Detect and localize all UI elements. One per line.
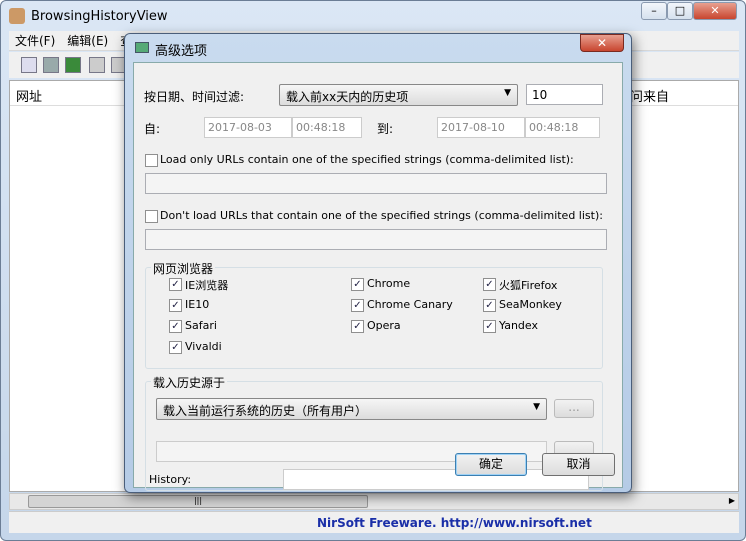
cancel-button[interactable]: 取消	[542, 453, 615, 476]
from-date-picker[interactable]: 2017-08-03	[204, 117, 292, 138]
source-select[interactable]: 载入当前运行系统的历史（所有用户） ▼	[156, 398, 547, 420]
to-label: 到:	[377, 122, 394, 136]
properties-icon[interactable]	[21, 57, 37, 73]
menu-file[interactable]: 文件(F)	[15, 34, 55, 48]
menu-edit[interactable]: 编辑(E)	[67, 34, 108, 48]
horizontal-scrollbar[interactable]: ||| ▶	[9, 493, 739, 510]
scroll-right-arrow[interactable]: ▶	[729, 496, 735, 505]
browser-label: Chrome Canary	[367, 298, 453, 311]
browser-label: Yandex	[499, 319, 538, 332]
browser-checkbox[interactable]: ✓	[351, 320, 364, 333]
browser-checkbox[interactable]: ✓	[169, 320, 182, 333]
dropdown-arrow-icon: ▼	[504, 88, 511, 98]
browser-label: SeaMonkey	[499, 298, 562, 311]
browser-label: IE10	[185, 298, 210, 311]
browser-checkbox[interactable]: ✓	[483, 299, 496, 312]
source-group-label: 载入历史源于	[151, 374, 228, 391]
browser-checkbox[interactable]: ✓	[169, 341, 182, 354]
history-label: History:	[149, 473, 192, 486]
date-filter-value: 载入前xx天内的历史项	[286, 90, 409, 104]
browser-checkbox[interactable]: ✓	[169, 278, 182, 291]
browser-checkbox[interactable]: ✓	[483, 278, 496, 291]
browse-button[interactable]: ...	[554, 399, 594, 418]
nirsoft-link[interactable]: NirSoft Freeware. http://www.nirsoft.net	[317, 516, 592, 530]
advanced-options-dialog: 高级选项 ✕ 按日期、时间过滤: 载入前xx天内的历史项 ▼ 10 自: 2017…	[124, 33, 632, 493]
browser-label: Chrome	[367, 277, 411, 290]
from-time-picker[interactable]: 00:48:18	[292, 117, 362, 138]
browser-checkbox[interactable]: ✓	[351, 278, 364, 291]
window-title: BrowsingHistoryView	[31, 9, 168, 24]
browser-label: Safari	[185, 319, 217, 332]
status-bar: NirSoft Freeware. http://www.nirsoft.net	[9, 511, 739, 533]
browser-label: Vivaldi	[185, 340, 222, 353]
browser-checkbox[interactable]: ✓	[483, 320, 496, 333]
column-url[interactable]: 网址	[16, 86, 42, 105]
scroll-thumb[interactable]: |||	[28, 495, 368, 508]
refresh-icon[interactable]	[65, 57, 81, 73]
dont-load-checkbox[interactable]	[145, 210, 158, 223]
dont-load-label: Don't load URLs that contain one of the …	[160, 209, 603, 222]
dropdown-arrow-icon: ▼	[533, 402, 540, 412]
maximize-button[interactable]: □	[667, 2, 693, 20]
browser-label: 火狐Firefox	[499, 279, 558, 292]
browser-checkbox[interactable]: ✓	[351, 299, 364, 312]
from-label: 自:	[144, 122, 161, 136]
browsers-group-label: 网页浏览器	[151, 260, 216, 277]
source-value: 载入当前运行系统的历史（所有用户）	[163, 404, 368, 418]
to-time-picker[interactable]: 00:48:18	[525, 117, 600, 138]
days-input[interactable]: 10	[526, 84, 603, 105]
dont-load-input[interactable]	[145, 229, 607, 250]
dialog-close-button[interactable]: ✕	[580, 34, 624, 52]
load-only-checkbox[interactable]	[145, 154, 158, 167]
date-filter-label: 按日期、时间过滤:	[144, 90, 245, 104]
column-visited-from[interactable]: 问来自	[630, 86, 669, 105]
browser-checkbox[interactable]: ✓	[169, 299, 182, 312]
date-filter-select[interactable]: 载入前xx天内的历史项 ▼	[279, 84, 518, 106]
minimize-button[interactable]: –	[641, 2, 667, 20]
ok-button[interactable]: 确定	[455, 453, 527, 476]
load-only-label: Load only URLs contain one of the specif…	[160, 153, 574, 166]
browser-label: Opera	[367, 319, 401, 332]
browser-label: IE浏览器	[185, 279, 229, 292]
save-icon[interactable]	[43, 57, 59, 73]
app-icon	[9, 8, 25, 24]
to-date-picker[interactable]: 2017-08-10	[437, 117, 525, 138]
dialog-title: 高级选项	[155, 44, 208, 59]
load-only-input[interactable]	[145, 173, 607, 194]
close-button[interactable]: ✕	[693, 2, 737, 20]
dialog-icon	[135, 42, 149, 53]
copy-icon[interactable]	[89, 57, 105, 73]
